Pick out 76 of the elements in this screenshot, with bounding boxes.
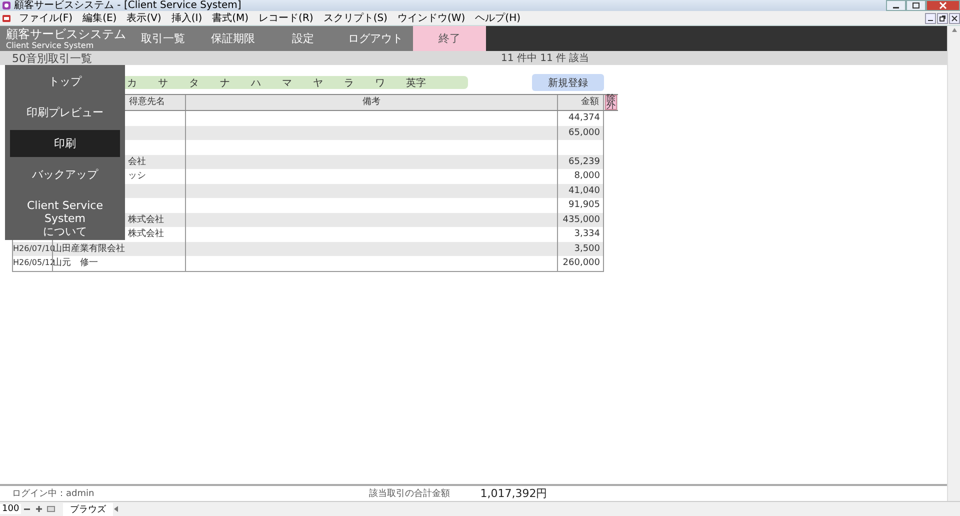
close-button[interactable] <box>926 0 960 11</box>
window-button[interactable] <box>45 504 58 514</box>
app-icon <box>2 1 11 10</box>
table-cell: 株式会社 <box>128 229 164 239</box>
menu-bar-item[interactable]: 表示(V) <box>122 11 166 25</box>
zoom-level: 100 <box>0 504 22 514</box>
table-cell: 3,334 <box>574 229 600 239</box>
close-icon <box>939 2 947 9</box>
menu-bar-item[interactable]: ヘルプ(H) <box>470 11 526 25</box>
table-cell: 株式会社 <box>128 214 164 224</box>
table-cell: 41,040 <box>568 186 600 196</box>
page-title: 50音別取引一覧 <box>12 50 92 66</box>
menu-bar-item[interactable]: レコード(R) <box>254 11 318 25</box>
letter-filter-link[interactable]: ヤ <box>313 76 323 90</box>
close-button[interactable] <box>949 12 960 24</box>
menu-bar-item[interactable]: 編集(E) <box>78 11 122 25</box>
menu-item[interactable]: 印刷 <box>10 130 120 157</box>
document-icon <box>2 14 11 22</box>
table-cell: 435,000 <box>562 214 600 224</box>
table-cell: 8,000 <box>574 171 600 181</box>
menu-bar-item[interactable]: ウインドウ(W) <box>392 11 470 25</box>
app-title: 顧客サービスシステム <box>6 28 127 40</box>
menu-bar-item[interactable]: 書式(M) <box>207 11 254 25</box>
table-cell: H26/05/12 <box>13 258 55 267</box>
app-subtitle: Client Service System <box>6 40 95 50</box>
letter-filter-link[interactable]: ナ <box>220 76 230 90</box>
scrollbar[interactable] <box>947 26 960 501</box>
table-cell: 44,374 <box>568 113 600 123</box>
nav-button[interactable]: 保証期限 <box>198 26 268 51</box>
table-cell: 会社 <box>128 156 146 166</box>
minimize-button[interactable] <box>925 12 936 24</box>
minimize-button[interactable] <box>886 0 906 11</box>
letter-filter-link[interactable]: ラ <box>344 76 354 90</box>
new-entry-button[interactable]: 新規登録 <box>532 74 604 91</box>
zoom-in-icon <box>35 505 44 513</box>
menu-bar-item[interactable]: ファイル(F) <box>14 11 78 25</box>
nav-button[interactable]: 設定 <box>268 26 338 51</box>
menu-item[interactable]: トップ <box>10 68 120 95</box>
mode-label: ブラウズ <box>63 502 114 516</box>
table-row[interactable]: H26/05/12山元 修一 260,000 <box>12 256 604 272</box>
nav-button[interactable]: 取引一覧 <box>128 26 198 51</box>
letter-filter-link[interactable]: ハ <box>251 76 261 90</box>
login-status: ログイン中：admin <box>12 488 94 500</box>
record-count: 11 件中 11 件 該当 <box>501 52 590 65</box>
total-label: 該当取引の合計金額 <box>369 488 450 500</box>
table-row[interactable]: H26/07/10山田産業有限会社 3,500 <box>12 242 604 256</box>
letter-filter-link[interactable]: カ <box>127 76 137 90</box>
table-cell: H26/07/10 <box>13 244 55 252</box>
restore-button[interactable] <box>937 12 948 24</box>
letter-filter-link[interactable]: 英字 <box>406 76 426 90</box>
maximize-button[interactable] <box>906 0 926 11</box>
nav-button[interactable]: ログアウト <box>338 26 413 51</box>
column-header: 備考 <box>185 95 557 110</box>
menu-bar-item[interactable]: スクリプト(S) <box>318 11 392 25</box>
window-icon <box>47 505 56 513</box>
exit-button[interactable]: 終了 <box>413 26 486 51</box>
letter-filter-link[interactable]: サ <box>158 76 168 90</box>
letter-filter-link[interactable]: ワ <box>375 76 385 90</box>
table-cell: 山元 修一 <box>53 258 98 268</box>
total-amount: 1,017,392円 <box>480 486 548 501</box>
letter-filter-link[interactable]: マ <box>282 76 292 90</box>
table-cell: 65,239 <box>568 156 600 166</box>
table-cell: ッシ <box>128 171 146 181</box>
table-cell: 91,905 <box>568 200 600 210</box>
table-cell: 65,000 <box>568 128 600 138</box>
table-cell: 山田産業有限会社 <box>53 244 125 254</box>
maximize-icon <box>912 2 920 9</box>
exclude-header: 除外 <box>605 95 617 110</box>
menu-bar-item[interactable]: 挿入(I) <box>166 11 208 25</box>
scroll-up-icon[interactable] <box>950 26 958 34</box>
table-cell: 3,500 <box>574 244 600 254</box>
restore-icon <box>939 14 946 22</box>
column-header: 金額 <box>557 95 604 110</box>
letter-filter-link[interactable]: タ <box>189 76 199 90</box>
close-icon <box>951 14 958 22</box>
table-cell: 260,000 <box>562 258 600 268</box>
